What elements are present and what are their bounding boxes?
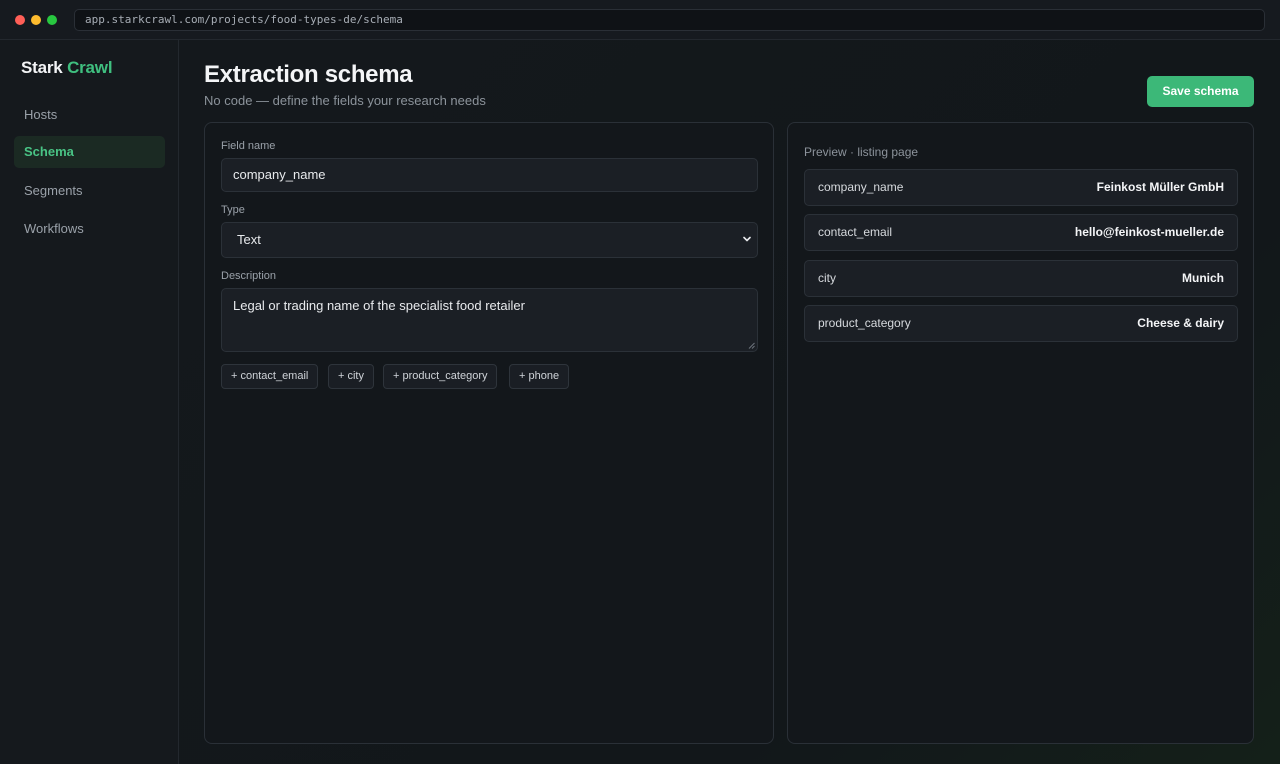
preview-row: product_category Cheese & dairy bbox=[804, 305, 1238, 342]
browser-chrome: app.starkcrawl.com/projects/food-types-d… bbox=[0, 0, 1280, 40]
add-contact-email-chip[interactable]: + contact_email bbox=[221, 364, 319, 389]
preview-field-value: Munich bbox=[1182, 271, 1224, 285]
preview-title: Preview · listing page bbox=[804, 145, 919, 159]
type-label: Type bbox=[221, 204, 245, 216]
preview-field-value: hello@feinkost-mueller.de bbox=[1074, 225, 1224, 239]
page-subtitle: No code — define the fields your researc… bbox=[204, 93, 486, 108]
preview-row: contact_email hello@feinkost-mueller.de bbox=[804, 214, 1238, 251]
description-textarea[interactable]: Legal or trading name of the specialist … bbox=[221, 288, 758, 352]
preview-field-value: Feinkost Müller GmbH bbox=[1096, 180, 1224, 194]
field-name-input[interactable]: company_name bbox=[221, 158, 758, 192]
type-select[interactable]: Text bbox=[221, 222, 758, 258]
brand-name: Stark bbox=[21, 58, 63, 77]
brand-name-accent: Crawl bbox=[67, 58, 113, 77]
add-phone-chip[interactable]: + phone bbox=[509, 364, 570, 389]
brand-logo[interactable]: Stark Crawl bbox=[21, 58, 113, 78]
field-editor-panel: Field name company_name Type Text Descri… bbox=[204, 122, 774, 744]
preview-row: company_name Feinkost Müller GmbH bbox=[804, 169, 1238, 206]
sidebar-item-schema[interactable]: Schema bbox=[14, 136, 165, 168]
resize-handle-icon[interactable] bbox=[748, 342, 755, 349]
chevron-down-icon bbox=[743, 236, 751, 242]
preview-row: city Munich bbox=[804, 260, 1238, 297]
main-content: Extraction schema No code — define the f… bbox=[179, 40, 1280, 764]
page-title: Extraction schema bbox=[204, 61, 413, 88]
add-city-chip[interactable]: + city bbox=[328, 364, 374, 389]
preview-field-key: company_name bbox=[818, 180, 904, 194]
preview-field-key: product_category bbox=[818, 316, 911, 330]
app-window: app.starkcrawl.com/projects/food-types-d… bbox=[0, 0, 1280, 764]
add-product-category-chip[interactable]: + product_category bbox=[383, 364, 498, 389]
sidebar-item-hosts[interactable]: Hosts bbox=[14, 99, 165, 131]
save-schema-button[interactable]: Save schema bbox=[1147, 76, 1254, 107]
description-text: Legal or trading name of the specialist … bbox=[233, 298, 525, 313]
minimize-window-icon[interactable] bbox=[31, 15, 41, 25]
description-label: Description bbox=[221, 270, 277, 282]
field-name-label: Field name bbox=[221, 140, 276, 152]
preview-field-key: contact_email bbox=[818, 225, 893, 239]
preview-field-key: city bbox=[818, 271, 836, 285]
type-select-value: Text bbox=[237, 232, 261, 247]
sidebar-item-segments[interactable]: Segments bbox=[14, 175, 165, 207]
maximize-window-icon[interactable] bbox=[47, 15, 57, 25]
sidebar-item-workflows[interactable]: Workflows bbox=[14, 213, 165, 245]
preview-field-value: Cheese & dairy bbox=[1137, 316, 1224, 330]
close-window-icon[interactable] bbox=[15, 15, 25, 25]
sidebar: Stark Crawl Hosts Schema Segments Workfl… bbox=[0, 40, 179, 764]
preview-panel: Preview · listing page company_name Fein… bbox=[787, 122, 1254, 744]
address-bar[interactable]: app.starkcrawl.com/projects/food-types-d… bbox=[74, 9, 1265, 31]
